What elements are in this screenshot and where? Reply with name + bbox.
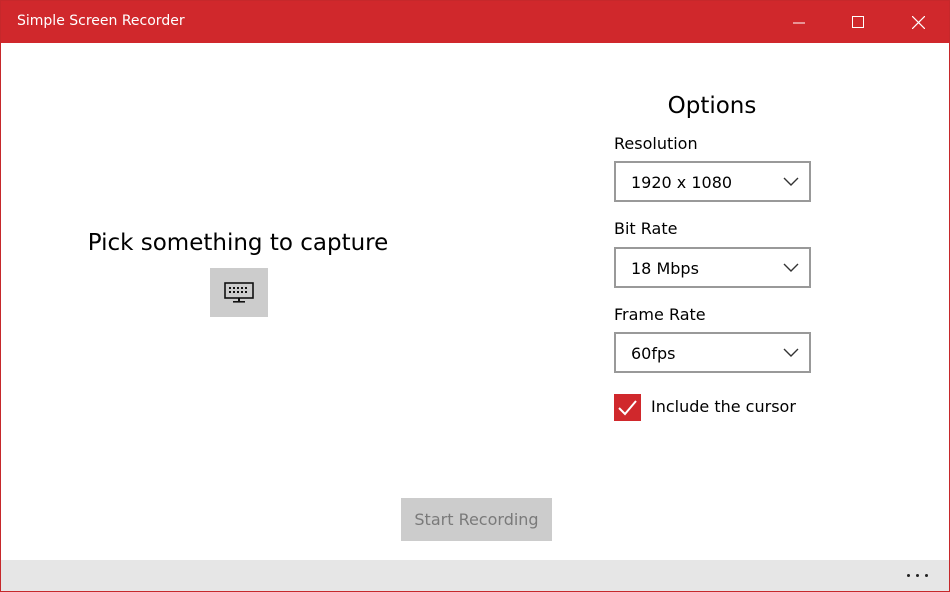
more-dot bbox=[924, 574, 928, 577]
close-button[interactable] bbox=[894, 1, 942, 43]
start-recording-button[interactable]: Start Recording bbox=[401, 498, 552, 541]
window-title: Simple Screen Recorder bbox=[17, 13, 185, 29]
checkmark-icon bbox=[618, 400, 637, 416]
close-icon bbox=[912, 16, 925, 29]
frame-rate-dropdown[interactable]: 60fps bbox=[614, 332, 811, 373]
bit-rate-dropdown[interactable]: 18 Mbps bbox=[614, 247, 811, 288]
monitor-icon bbox=[224, 281, 254, 303]
app-window: Simple Screen Recorder Pick something to… bbox=[0, 0, 950, 592]
chevron-down-icon bbox=[783, 177, 799, 186]
minimize-icon bbox=[793, 22, 805, 24]
maximize-icon bbox=[852, 16, 864, 28]
maximize-button[interactable] bbox=[834, 1, 882, 43]
more-dot bbox=[915, 574, 919, 577]
frame-rate-label: Frame Rate bbox=[614, 305, 706, 324]
title-bar[interactable]: Simple Screen Recorder bbox=[1, 1, 949, 43]
options-heading: Options bbox=[667, 93, 757, 119]
pick-capture-button[interactable] bbox=[210, 268, 268, 317]
resolution-value: 1920 x 1080 bbox=[631, 173, 733, 192]
minimize-button[interactable] bbox=[775, 1, 823, 43]
resolution-label: Resolution bbox=[614, 134, 698, 153]
resolution-dropdown[interactable]: 1920 x 1080 bbox=[614, 161, 811, 202]
include-cursor-checkbox[interactable] bbox=[614, 394, 641, 421]
include-cursor-label[interactable]: Include the cursor bbox=[651, 397, 796, 416]
frame-rate-value: 60fps bbox=[631, 344, 676, 363]
more-dot bbox=[906, 574, 910, 577]
chevron-down-icon bbox=[783, 263, 799, 272]
bit-rate-label: Bit Rate bbox=[614, 219, 678, 238]
app-bar bbox=[1, 560, 949, 591]
chevron-down-icon bbox=[783, 348, 799, 357]
more-options-button[interactable] bbox=[897, 560, 937, 591]
capture-heading: Pick something to capture bbox=[87, 230, 389, 256]
bit-rate-value: 18 Mbps bbox=[631, 259, 699, 278]
